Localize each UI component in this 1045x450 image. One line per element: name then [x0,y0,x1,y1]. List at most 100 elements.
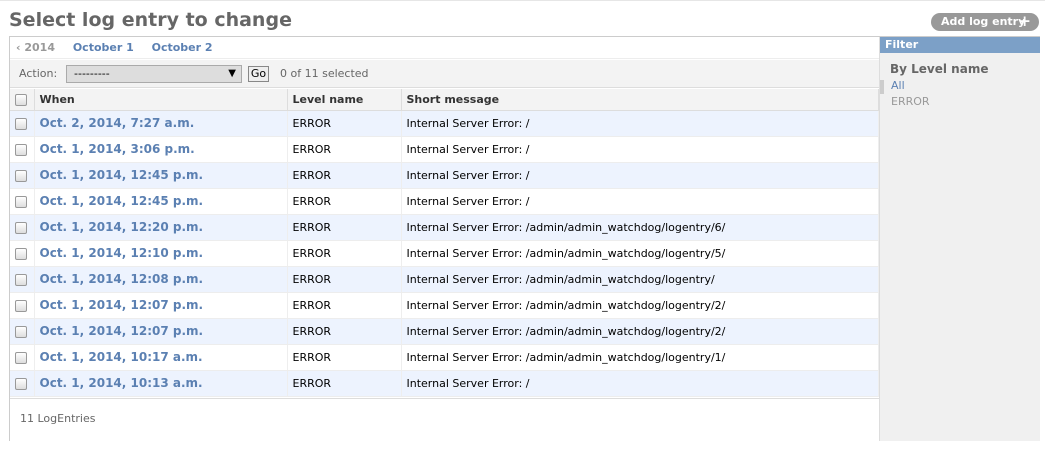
filter-option-all[interactable]: All [891,79,1040,92]
go-button[interactable]: Go [248,66,269,82]
cell-when: Oct. 1, 2014, 10:13 a.m. [34,370,288,397]
action-select-value: --------- [74,67,110,80]
table-row: Oct. 1, 2014, 3:06 p.m. ERROR Internal Ser… [10,136,879,163]
filter-panel: Filter By Level name All ERROR [879,37,1040,441]
cell-when: Oct. 1, 2014, 3:06 p.m. [34,136,288,163]
table-row: Oct. 1, 2014, 12:08 p.m. ERROR Internal Se… [10,266,879,293]
row-checkbox[interactable] [15,299,27,312]
cell-short-message: Internal Server Error: /admin/admin_watc… [401,344,879,371]
changelist: ‹ 2014 October 1 October 2 Action: -----… [9,36,1040,441]
table-row: Oct. 1, 2014, 12:07 p.m. ERROR Internal Se… [10,292,879,319]
cell-level-name: ERROR [287,266,402,293]
cell-short-message: Internal Server Error: /admin/admin_watc… [401,240,879,267]
filter-option-error[interactable]: ERROR [891,95,1040,108]
cell-when: Oct. 1, 2014, 10:17 a.m. [34,344,288,371]
cell-when: Oct. 1, 2014, 12:45 p.m. [34,188,288,215]
column-header-level-name[interactable]: Level name [287,89,402,111]
table-row: Oct. 1, 2014, 12:45 p.m. ERROR Internal Se… [10,162,879,189]
cell-when: Oct. 1, 2014, 12:10 p.m. [34,240,288,267]
table-row: Oct. 1, 2014, 10:13 a.m. ERROR Internal Se… [10,370,879,397]
row-checkbox[interactable] [15,195,27,208]
column-header-when[interactable]: When [34,89,288,111]
row-checkbox-cell [10,136,35,163]
log-entry-link[interactable]: Oct. 1, 2014, 3:06 p.m. [40,142,195,156]
row-checkbox[interactable] [15,221,27,234]
select-all-header [10,89,35,111]
cell-short-message: Internal Server Error: /admin/admin_watc… [401,214,879,241]
cell-short-message: Internal Server Error: /admin/admin_watc… [401,318,879,345]
table-row: Oct. 1, 2014, 10:17 a.m. ERROR Internal Se… [10,344,879,371]
filter-group-title: By Level name [890,62,989,76]
cell-level-name: ERROR [287,136,402,163]
cell-short-message: Internal Server Error: / [401,110,879,137]
log-entry-link[interactable]: Oct. 1, 2014, 10:17 a.m. [40,350,203,364]
paginator: 11 LogEntries [10,398,879,441]
row-checkbox[interactable] [15,351,27,364]
action-select[interactable]: --------- ▼ [66,65,242,83]
log-entry-link[interactable]: Oct. 1, 2014, 10:13 a.m. [40,376,203,390]
table-row: Oct. 1, 2014, 12:07 p.m. ERROR Internal Se… [10,318,879,345]
table-row: Oct. 1, 2014, 12:20 p.m. ERROR Internal Se… [10,214,879,241]
add-log-entry-label: Add log entry [941,15,1026,28]
row-checkbox-cell [10,162,35,189]
log-entry-link[interactable]: Oct. 1, 2014, 12:10 p.m. [40,246,204,260]
cell-when: Oct. 1, 2014, 12:20 p.m. [34,214,288,241]
cell-short-message: Internal Server Error: / [401,188,879,215]
cell-level-name: ERROR [287,110,402,137]
date-link-october-1[interactable]: October 1 [73,41,134,54]
row-checkbox-cell [10,292,35,319]
date-back-link[interactable]: ‹ 2014 [16,41,55,54]
select-all-checkbox[interactable] [15,93,27,106]
row-checkbox[interactable] [15,247,27,260]
table-row: Oct. 1, 2014, 12:10 p.m. ERROR Internal Se… [10,240,879,267]
row-checkbox-cell [10,344,35,371]
cell-short-message: Internal Server Error: / [401,370,879,397]
cell-when: Oct. 1, 2014, 12:08 p.m. [34,266,288,293]
log-entry-link[interactable]: Oct. 1, 2014, 12:07 p.m. [40,298,204,312]
top-divider [0,0,1045,1]
page-title: Select log entry to change [9,9,292,31]
row-checkbox-cell [10,240,35,267]
table-row: Oct. 2, 2014, 7:27 a.m. ERROR Internal Ser… [10,110,879,137]
date-link-october-2[interactable]: October 2 [152,41,213,54]
row-checkbox[interactable] [15,117,27,130]
cell-when: Oct. 1, 2014, 12:45 p.m. [34,162,288,189]
row-checkbox-cell [10,318,35,345]
row-checkbox[interactable] [15,377,27,390]
column-header-short-message[interactable]: Short message [401,89,879,111]
row-checkbox-cell [10,214,35,241]
log-entry-link[interactable]: Oct. 1, 2014, 12:07 p.m. [40,324,204,338]
row-checkbox[interactable] [15,273,27,286]
table-header-row: When Level name Short message [10,89,879,111]
row-checkbox-cell [10,266,35,293]
table-row: Oct. 1, 2014, 12:45 p.m. ERROR Internal Se… [10,188,879,215]
cell-short-message: Internal Server Error: /admin/admin_watc… [401,266,879,293]
log-entry-link[interactable]: Oct. 1, 2014, 12:20 p.m. [40,220,204,234]
selection-count: 0 of 11 selected [280,67,369,80]
cell-level-name: ERROR [287,292,402,319]
cell-level-name: ERROR [287,344,402,371]
row-checkbox[interactable] [15,325,27,338]
chevron-down-icon: ▼ [228,68,236,79]
cell-level-name: ERROR [287,214,402,241]
cell-short-message: Internal Server Error: / [401,162,879,189]
actions-bar: Action: --------- ▼ Go 0 of 11 selected [10,60,879,88]
row-checkbox[interactable] [15,143,27,156]
add-log-entry-button[interactable]: Add log entry + [931,13,1039,31]
log-entry-link[interactable]: Oct. 1, 2014, 12:45 p.m. [40,194,204,208]
cell-short-message: Internal Server Error: / [401,136,879,163]
results-table: When Level name Short message Oct. 2, 20… [10,89,879,397]
row-checkbox[interactable] [15,169,27,182]
log-entry-link[interactable]: Oct. 1, 2014, 12:45 p.m. [40,168,204,182]
date-hierarchy: ‹ 2014 October 1 October 2 [10,37,879,59]
cell-level-name: ERROR [287,188,402,215]
log-entry-link[interactable]: Oct. 2, 2014, 7:27 a.m. [40,116,195,130]
row-checkbox-cell [10,188,35,215]
filter-heading: Filter [880,37,1040,53]
action-label: Action: [19,67,58,80]
cell-level-name: ERROR [287,318,402,345]
cell-level-name: ERROR [287,162,402,189]
row-checkbox-cell [10,110,35,137]
cell-when: Oct. 1, 2014, 12:07 p.m. [34,318,288,345]
log-entry-link[interactable]: Oct. 1, 2014, 12:08 p.m. [40,272,204,286]
